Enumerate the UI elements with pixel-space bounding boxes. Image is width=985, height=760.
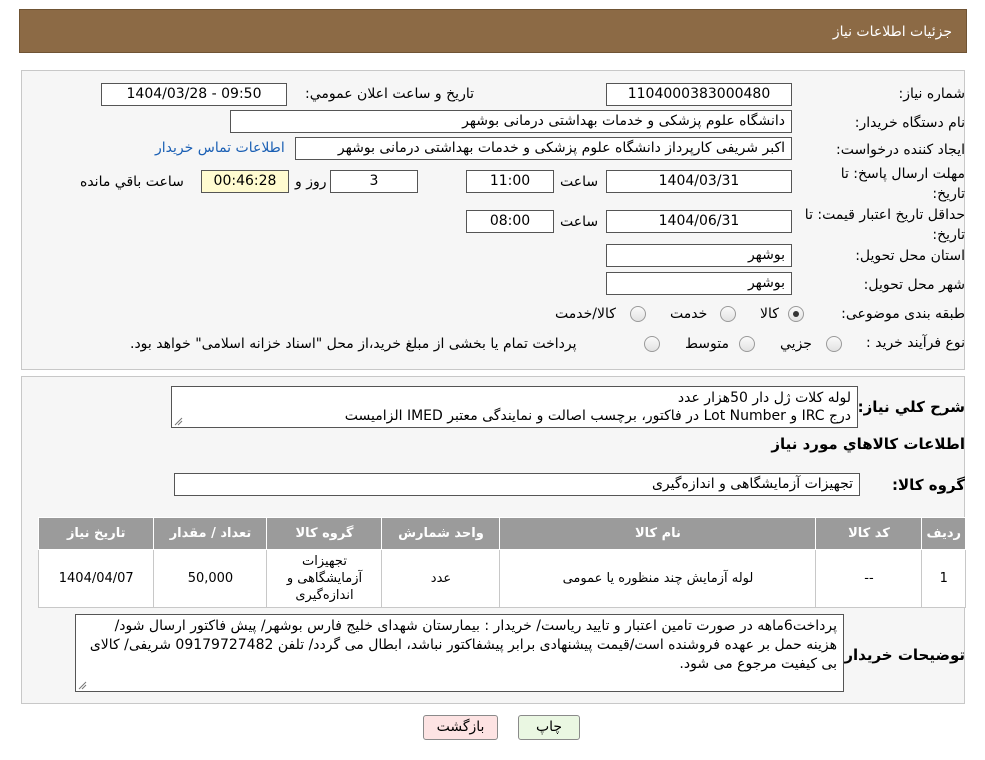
goods-group-field: تجهیزات آزمایشگاهی و اندازه‌گیری [174,473,860,496]
col-date: تاريخ نياز [37,517,155,550]
category-option-goods: كالا [760,306,779,322]
announce-datetime-field: 1404/03/28 - 09:50 [101,83,287,106]
goods-table-header: رديف كد كالا نام كالا واحد شمارش گروه كا… [37,517,966,550]
table-row: 1 -- لوله آزمایش چند منظوره یا عمومی عدد… [37,549,966,608]
buyer-org-field: دانشگاه علوم پزشکی و خدمات بهداشتی درمان… [230,110,792,133]
province-field: بوشهر [606,244,792,267]
col-unit: واحد شمارش [381,517,501,550]
cell-quantity: 50,000 [153,549,268,608]
category-label: طبقه بندی موضوعی: [841,306,965,322]
col-index: رديف [921,517,966,550]
resize-grip-icon[interactable] [173,416,183,426]
category-option-service: خدمت [670,306,708,322]
process-option-minor: جزيي [780,336,812,352]
col-quantity: تعداد / مقدار [153,517,268,550]
remaining-time-field: 00:46:28 [201,170,289,193]
col-name: نام كالا [499,517,817,550]
col-group: گروه كالا [266,517,383,550]
cell-unit: عدد [381,549,501,608]
deadline-time-label: ساعت [560,174,599,190]
category-radio-service[interactable] [720,306,736,322]
print-button[interactable]: چاپ [518,715,580,740]
announce-datetime-label: تاریخ و ساعت اعلان عمومي: [305,86,474,102]
goods-table: رديف كد كالا نام كالا واحد شمارش گروه كا… [37,517,966,608]
city-label: شهر محل تحويل: [863,277,965,293]
col-code: كد كالا [815,517,923,550]
remaining-time-label: ساعت باقي مانده [80,174,184,190]
cell-date: 1404/04/07 [37,549,155,608]
summary-line-1: لوله کلات ژل دار 50هزار عدد [677,390,851,406]
cell-code: -- [815,549,923,608]
price-validity-time-field: 08:00 [466,210,554,233]
price-validity-time-label: ساعت [560,214,599,230]
resize-grip-icon[interactable] [77,680,87,690]
requester-field: اکبر شریفی کارپرداز دانشگاه علوم پزشکی و… [295,137,792,160]
days-label: روز و [295,174,327,190]
category-radio-goods[interactable] [788,306,804,322]
goods-section-title: اطلاعات كالاهاي مورد نياز [771,435,965,453]
buyer-org-label: نام دستگاه خريدار: [854,115,965,131]
page-header: جزئیات اطلاعات نیاز [19,9,967,53]
payment-treasury-checkbox[interactable] [644,336,660,352]
back-button[interactable]: بازگشت [423,715,498,740]
price-validity-date-field: 1404/06/31 [606,210,792,233]
page-title: جزئیات اطلاعات نیاز [832,24,952,40]
process-type-label: نوع فرآيند خريد : [866,335,965,351]
process-option-medium: متوسط [685,336,729,352]
category-option-goods-service: كالا/خدمت [555,306,616,322]
need-number-label: شماره نیاز: [898,86,966,102]
province-label: استان محل تحويل: [855,248,965,264]
price-validity-label: حداقل تاريخ اعتبار قيمت: تا تاريخ: [805,205,965,245]
price-validity-label-line1: حداقل تاريخ اعتبار قيمت: تا [804,207,965,223]
summary-line-2: درج IRC و Lot Number در فاکتور، برچسب اص… [344,408,851,424]
buyer-notes-label: توضيحات خريدار: [838,646,965,664]
requester-label: ايجاد كننده درخواست: [836,142,965,158]
payment-treasury-note: پرداخت تمام يا بخشی از مبلغ خريد،از محل … [130,336,577,352]
cell-index: 1 [921,549,966,608]
city-field: بوشهر [606,272,792,295]
summary-label: شرح كلي نياز: [857,398,965,416]
process-radio-medium[interactable] [739,336,755,352]
price-validity-label-line2: تاريخ: [932,227,965,243]
cell-group: تجهیزات آزمایشگاهی و اندازه‌گیری [266,549,383,608]
deadline-label-line1: مهلت ارسال پاسخ: تا [840,166,965,182]
cell-name: لوله آزمایش چند منظوره یا عمومی [499,549,817,608]
buyer-notes-text: پرداخت6ماهه در صورت تامین اعتبار و تایید… [89,618,837,672]
category-radio-goods-service[interactable] [630,306,646,322]
need-number-field: 1104000383000480 [606,83,792,106]
process-radio-minor[interactable] [826,336,842,352]
goods-group-label: گروه كالا: [892,476,965,494]
deadline-date-field: 1404/03/31 [606,170,792,193]
deadline-label: مهلت ارسال پاسخ: تا تاريخ: [841,164,965,204]
buyer-notes-textarea: پرداخت6ماهه در صورت تامین اعتبار و تایید… [75,614,844,692]
deadline-time-field: 11:00 [466,170,554,193]
buyer-contact-link[interactable]: اطلاعات تماس خريدار [155,140,285,156]
summary-textarea: لوله کلات ژل دار 50هزار عدد درج IRC و Lo… [171,386,858,428]
deadline-label-line2: تاريخ: [932,186,965,202]
days-remaining-field: 3 [330,170,418,193]
